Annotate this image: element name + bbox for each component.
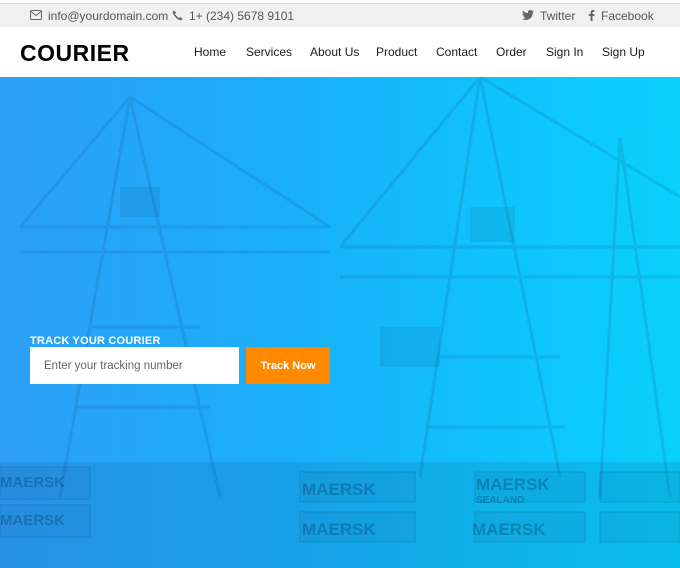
nav-item-product[interactable]: Product [376, 45, 417, 59]
site-logo[interactable]: COURIER [20, 40, 130, 67]
twitter-link[interactable]: Twitter [522, 9, 575, 23]
container-label: MAERSK [0, 512, 65, 529]
facebook-icon [588, 9, 595, 23]
main-navbar: COURIER Home Services About Us Product C… [0, 27, 680, 77]
envelope-icon [30, 10, 42, 22]
nav-item-contact[interactable]: Contact [436, 45, 477, 59]
twitter-icon [522, 10, 534, 22]
nav-item-sign-in[interactable]: Sign In [546, 45, 583, 59]
nav-item-home[interactable]: Home [194, 45, 226, 59]
nav-item-order[interactable]: Order [496, 45, 527, 59]
container-label: MAERSK [302, 480, 376, 499]
phone-icon [172, 10, 183, 23]
container-label: SEALAND [476, 495, 524, 506]
phone-contact[interactable]: 1+ (234) 5678 9101 [172, 9, 294, 23]
tracking-number-input[interactable] [30, 347, 239, 384]
email-link[interactable]: info@yourdomain.com [48, 9, 168, 23]
container-label: MAERSK [0, 474, 65, 491]
top-info-bar: info@yourdomain.com 1+ (234) 5678 9101 T… [0, 3, 680, 27]
container-label: MAERSK [476, 475, 550, 494]
container-label: MAERSK [302, 520, 376, 539]
hero-section: MAERSK MAERSK MAERSK MAERSK MAERSK SEALA… [0, 77, 680, 568]
port-cranes-background: MAERSK MAERSK MAERSK MAERSK MAERSK SEALA… [0, 77, 680, 568]
nav-item-sign-up[interactable]: Sign Up [602, 45, 645, 59]
twitter-label[interactable]: Twitter [540, 9, 575, 23]
container-label: MAERSK [472, 520, 546, 539]
email-contact[interactable]: info@yourdomain.com [30, 9, 168, 23]
nav-item-services[interactable]: Services [246, 45, 292, 59]
track-title: TRACK YOUR COURIER [30, 335, 161, 347]
phone-number: 1+ (234) 5678 9101 [189, 9, 295, 23]
facebook-label[interactable]: Facebook [601, 9, 654, 23]
facebook-link[interactable]: Facebook [588, 9, 654, 23]
nav-item-about-us[interactable]: About Us [310, 45, 359, 59]
track-now-button[interactable]: Track Now [246, 347, 330, 384]
